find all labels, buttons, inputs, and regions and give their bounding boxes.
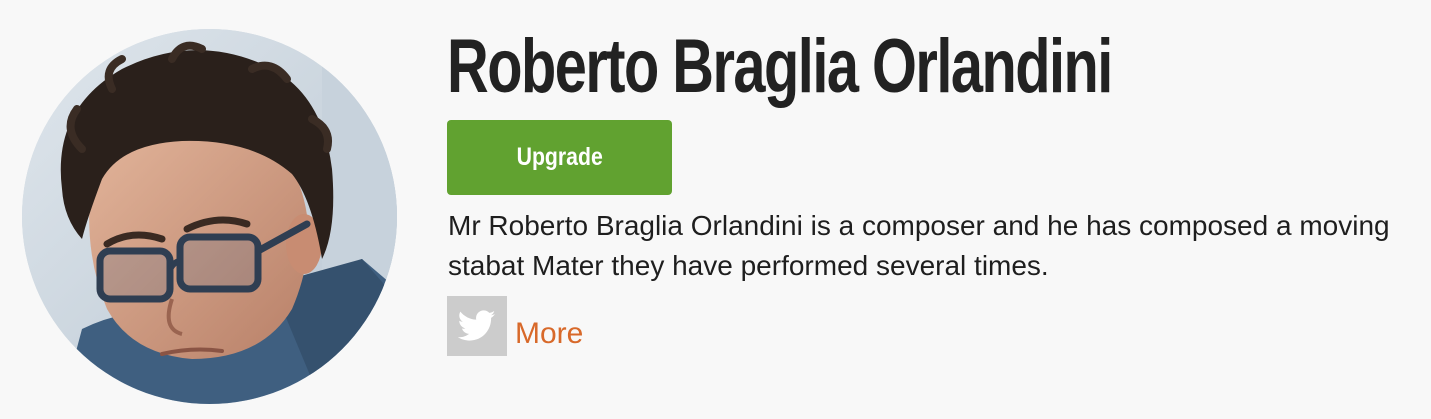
more-link[interactable]: More — [515, 317, 583, 351]
twitter-link[interactable] — [447, 296, 507, 356]
profile-name: Roberto Braglia Orlandini — [447, 24, 1113, 109]
social-links: More — [447, 296, 583, 356]
upgrade-button-label: Upgrade — [516, 143, 603, 171]
profile-avatar — [22, 29, 397, 404]
upgrade-button[interactable]: Upgrade — [447, 120, 672, 195]
twitter-icon — [458, 310, 496, 341]
profile-bio: Mr Roberto Braglia Orlandini is a compos… — [448, 210, 1390, 281]
